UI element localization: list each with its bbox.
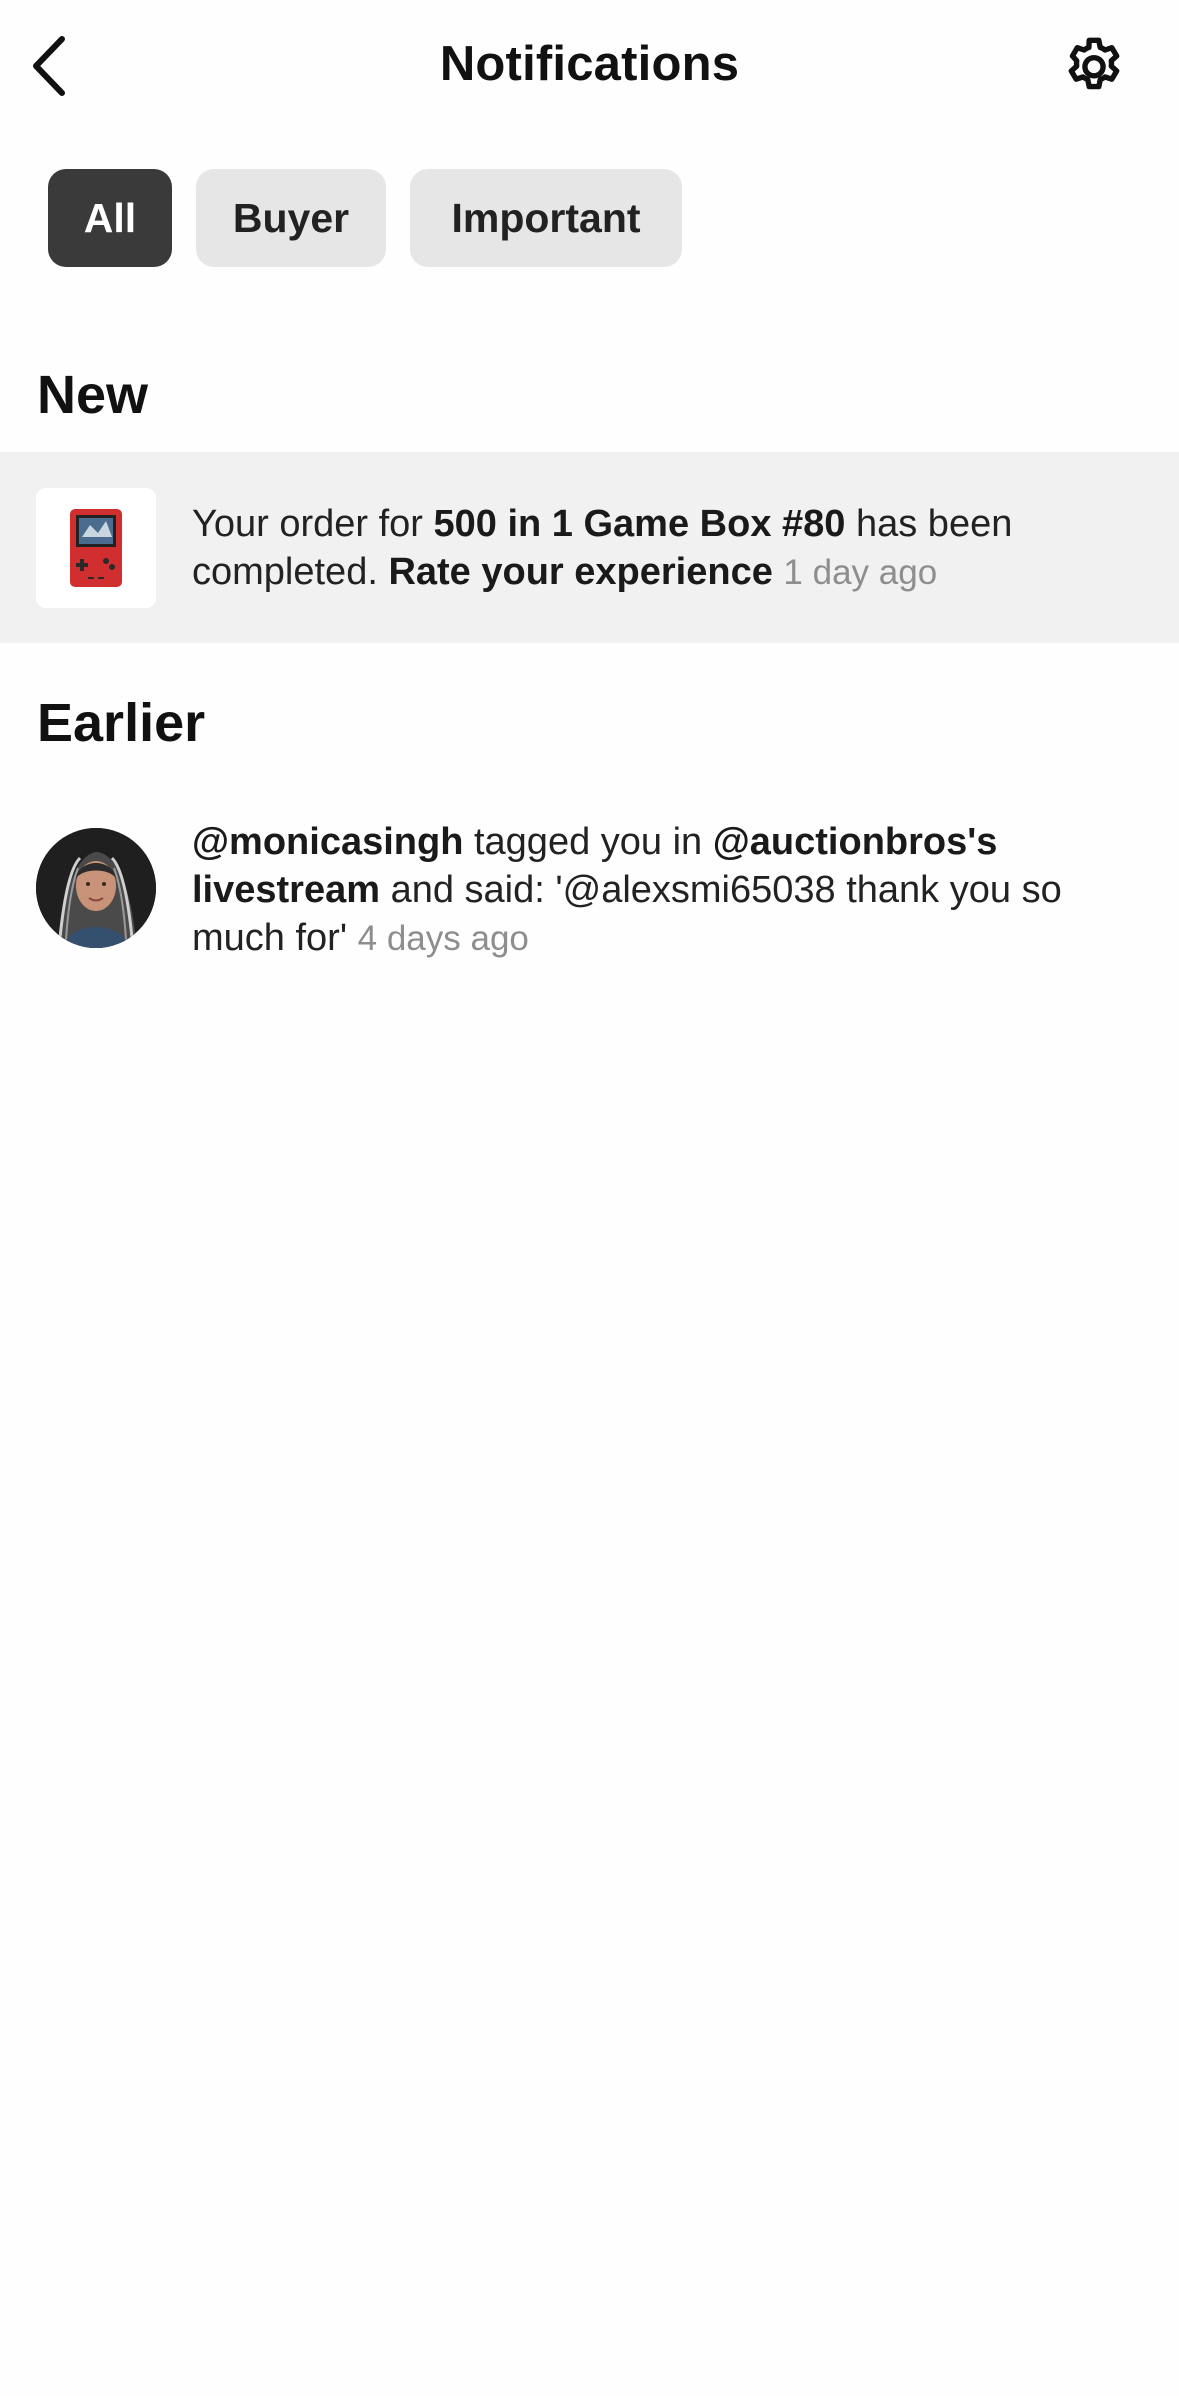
filter-important-chip[interactable]: Important xyxy=(410,169,682,267)
header: Notifications xyxy=(0,0,1179,135)
user-avatar-icon xyxy=(36,828,156,948)
filter-buyer-chip[interactable]: Buyer xyxy=(196,169,386,267)
username-link[interactable]: @monicasingh xyxy=(192,821,463,863)
notification-text: Your order for 500 in 1 Game Box #80 has… xyxy=(192,500,1079,597)
order-item-name: 500 in 1 Game Box #80 xyxy=(433,503,846,545)
handheld-game-console-icon xyxy=(70,509,122,587)
notification-text: @monicasingh tagged you in @auctionbros'… xyxy=(192,818,1079,963)
gear-icon xyxy=(1068,37,1120,90)
rate-experience-link[interactable]: Rate your experience xyxy=(388,551,772,593)
filter-chips: All Buyer Important xyxy=(48,169,682,269)
notification-prefix: Your order for xyxy=(192,503,434,545)
section-title-new: New xyxy=(37,365,149,425)
settings-button[interactable] xyxy=(1059,32,1129,102)
notification-middle: tagged you in xyxy=(463,821,713,863)
product-thumbnail xyxy=(36,488,156,608)
page-title: Notifications xyxy=(439,37,740,91)
notification-item-order[interactable]: Your order for 500 in 1 Game Box #80 has… xyxy=(0,452,1179,643)
notifications-screen: Notifications All Buyer Important New Yo… xyxy=(0,0,1179,2396)
filter-all-chip[interactable]: All xyxy=(48,169,172,267)
notification-item-tag[interactable]: @monicasingh tagged you in @auctionbros'… xyxy=(0,800,1179,970)
timestamp: 4 days ago xyxy=(357,919,529,958)
section-title-earlier: Earlier xyxy=(37,693,206,753)
avatar[interactable] xyxy=(36,828,156,948)
timestamp: 1 day ago xyxy=(783,553,938,592)
